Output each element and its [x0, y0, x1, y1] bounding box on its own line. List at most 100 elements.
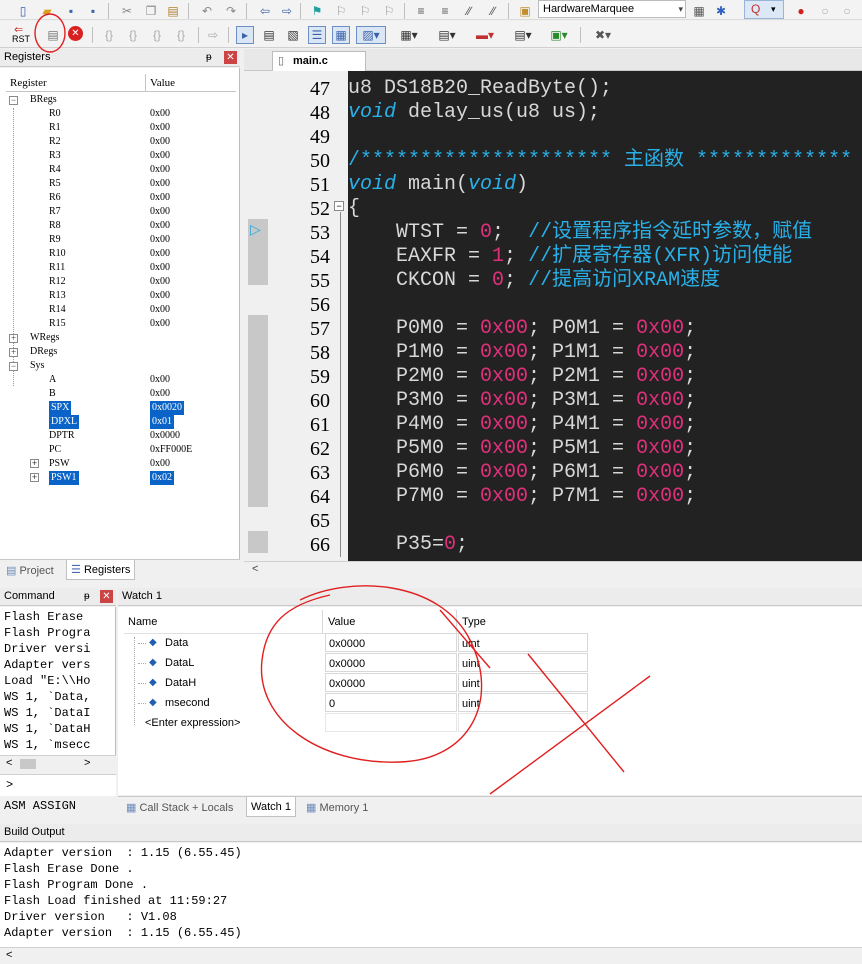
register-row-r5[interactable]: R5 0x00: [0, 177, 234, 191]
target-select[interactable]: HardwareMarquee ▾: [538, 0, 686, 18]
register-row-b[interactable]: B 0x00: [0, 387, 234, 401]
watch-value[interactable]: 0: [325, 693, 457, 712]
register-value[interactable]: 0x00: [150, 387, 170, 401]
uncomment-icon[interactable]: ∕∕: [484, 2, 502, 20]
code-line[interactable]: /********************* 主函数 *************: [348, 149, 862, 173]
group-bregs[interactable]: − BRegs: [6, 93, 239, 107]
scroll-left-icon[interactable]: <: [252, 563, 258, 575]
toolbox-icon[interactable]: ✖▾: [588, 26, 618, 44]
save-icon[interactable]: ▪: [62, 2, 80, 20]
code-line[interactable]: P6M0 = 0x00; P6M1 = 0x00;: [348, 461, 862, 485]
serial-window-icon[interactable]: ▤▾: [432, 26, 462, 44]
register-row-r1[interactable]: R1 0x00: [0, 121, 234, 135]
enter-expression-row[interactable]: <Enter expression>: [124, 713, 588, 733]
tab-registers[interactable]: ☰ Registers: [66, 560, 136, 580]
undo-icon[interactable]: ↶: [198, 2, 216, 20]
scroll-thumb[interactable]: [20, 759, 36, 769]
tab-project[interactable]: ▤ Project: [2, 561, 58, 581]
scroll-left-icon[interactable]: <: [6, 949, 12, 961]
command-hscroll[interactable]: < >: [0, 755, 116, 772]
expand-icon[interactable]: +: [9, 334, 18, 343]
copy-icon[interactable]: ❐: [142, 2, 160, 20]
register-row-r13[interactable]: R13 0x00: [0, 289, 234, 303]
watch-value[interactable]: 0x0000: [325, 673, 457, 692]
step-over-icon[interactable]: {}: [124, 26, 142, 44]
manage-icon[interactable]: ✱: [712, 2, 730, 20]
code-line[interactable]: EAXFR = 1; //扩展寄存器(XFR)访问使能: [348, 245, 862, 269]
find-in-files-icon[interactable]: ▣: [516, 2, 534, 20]
register-value[interactable]: 0x00: [150, 247, 170, 261]
save-all-icon[interactable]: ▪: [84, 2, 102, 20]
group-dregs[interactable]: + DRegs: [6, 345, 239, 359]
register-row-r14[interactable]: R14 0x00: [0, 303, 234, 317]
collapse-icon[interactable]: −: [9, 362, 18, 371]
code-line[interactable]: u8 DS18B20_ReadByte();: [348, 77, 862, 101]
group-sys[interactable]: − Sys: [6, 359, 239, 373]
clear-bookmarks-icon[interactable]: ⚐: [380, 2, 398, 20]
register-value[interactable]: 0xFF000E: [150, 443, 192, 457]
register-value[interactable]: 0x0020: [150, 401, 184, 415]
watch-window-icon[interactable]: ▨▾: [356, 26, 386, 44]
register-value[interactable]: 0x00: [150, 303, 170, 317]
call-stack-window-icon[interactable]: ▦: [332, 26, 350, 44]
collapse-icon[interactable]: −: [9, 96, 18, 105]
register-value[interactable]: 0x00: [150, 219, 170, 233]
code-line[interactable]: P2M0 = 0x00; P2M1 = 0x00;: [348, 365, 862, 389]
registers-window-icon[interactable]: ☰: [308, 26, 326, 44]
code-line[interactable]: P4M0 = 0x00; P4M1 = 0x00;: [348, 413, 862, 437]
tab-call-stack[interactable]: ▦ Call Stack + Locals: [122, 798, 237, 818]
tab-main-c[interactable]: ▯ main.c: [272, 51, 366, 71]
code-line[interactable]: void main(void): [348, 173, 862, 197]
memory-window-icon[interactable]: ▦▾: [394, 26, 424, 44]
debug-dropdown[interactable]: Q ▾: [744, 0, 784, 19]
code-line[interactable]: P0M0 = 0x00; P0M1 = 0x00;: [348, 317, 862, 341]
tab-watch1[interactable]: Watch 1: [246, 797, 296, 817]
code-line[interactable]: void delay_us(u8 us);: [348, 101, 862, 125]
build-output[interactable]: Adapter version : 1.15 (6.55.45) Flash Er…: [0, 843, 862, 947]
paste-icon[interactable]: ▤: [164, 2, 182, 20]
bookmark-icon[interactable]: ⚑: [308, 2, 326, 20]
register-value[interactable]: 0x0000: [150, 429, 180, 443]
register-row-r11[interactable]: R11 0x00: [0, 261, 234, 275]
options-icon[interactable]: ▦: [690, 2, 708, 20]
register-value[interactable]: 0x00: [150, 135, 170, 149]
comment-icon[interactable]: ∕∕: [460, 2, 478, 20]
watch-name[interactable]: DataL: [165, 653, 194, 673]
nav-back-icon[interactable]: ⇦: [256, 2, 274, 20]
register-value[interactable]: 0x02: [150, 471, 174, 485]
disable-breakpoint-icon[interactable]: ○: [816, 2, 834, 20]
command-output[interactable]: Flash Erase Flash Progra Driver versi Adapt…: [0, 607, 116, 755]
register-value[interactable]: 0x00: [150, 149, 170, 163]
registers-tree[interactable]: Register Value − BRegs R0 0x00 R1 0x00 R2 0x0…: [0, 68, 240, 559]
step-out-icon[interactable]: {}: [148, 26, 166, 44]
watch-value[interactable]: 0x0000: [325, 633, 457, 652]
register-value[interactable]: 0x00: [150, 205, 170, 219]
trace-window-icon[interactable]: ▤▾: [508, 26, 538, 44]
expand-icon[interactable]: +: [9, 348, 18, 357]
register-value[interactable]: 0x00: [150, 191, 170, 205]
expand-psw-icon[interactable]: +: [30, 459, 39, 468]
register-row-r6[interactable]: R6 0x00: [0, 191, 234, 205]
pin-icon[interactable]: ᵽ: [206, 49, 212, 66]
tab-memory1[interactable]: ▦ Memory 1: [302, 798, 372, 818]
register-row-r15[interactable]: R15 0x00: [0, 317, 234, 331]
register-value[interactable]: 0x00: [150, 163, 170, 177]
register-row-r12[interactable]: R12 0x00: [0, 275, 234, 289]
register-value[interactable]: 0x01: [150, 415, 174, 429]
pin-icon[interactable]: ᵽ: [84, 588, 90, 605]
register-value[interactable]: 0x00: [150, 121, 170, 135]
register-value[interactable]: 0x00: [150, 373, 170, 387]
open-folder-icon[interactable]: ▰: [38, 2, 56, 20]
code-line[interactable]: [348, 125, 862, 149]
code-editor[interactable]: ▷ − 47 u8 DS18B20_ReadByte(); 48 void delay…: [244, 71, 862, 561]
indent-icon[interactable]: ≡: [412, 2, 430, 20]
symbols-window-icon[interactable]: ▧: [284, 26, 302, 44]
next-bookmark-icon[interactable]: ⚐: [356, 2, 374, 20]
close-icon[interactable]: ✕: [224, 51, 237, 64]
code-line[interactable]: P35=0;: [348, 533, 862, 557]
prev-bookmark-icon[interactable]: ⚐: [332, 2, 350, 20]
code-line[interactable]: [348, 509, 862, 533]
unindent-icon[interactable]: ≡: [436, 2, 454, 20]
register-row-r7[interactable]: R7 0x00: [0, 205, 234, 219]
register-row-dpxl[interactable]: DPXL 0x01: [0, 415, 234, 429]
